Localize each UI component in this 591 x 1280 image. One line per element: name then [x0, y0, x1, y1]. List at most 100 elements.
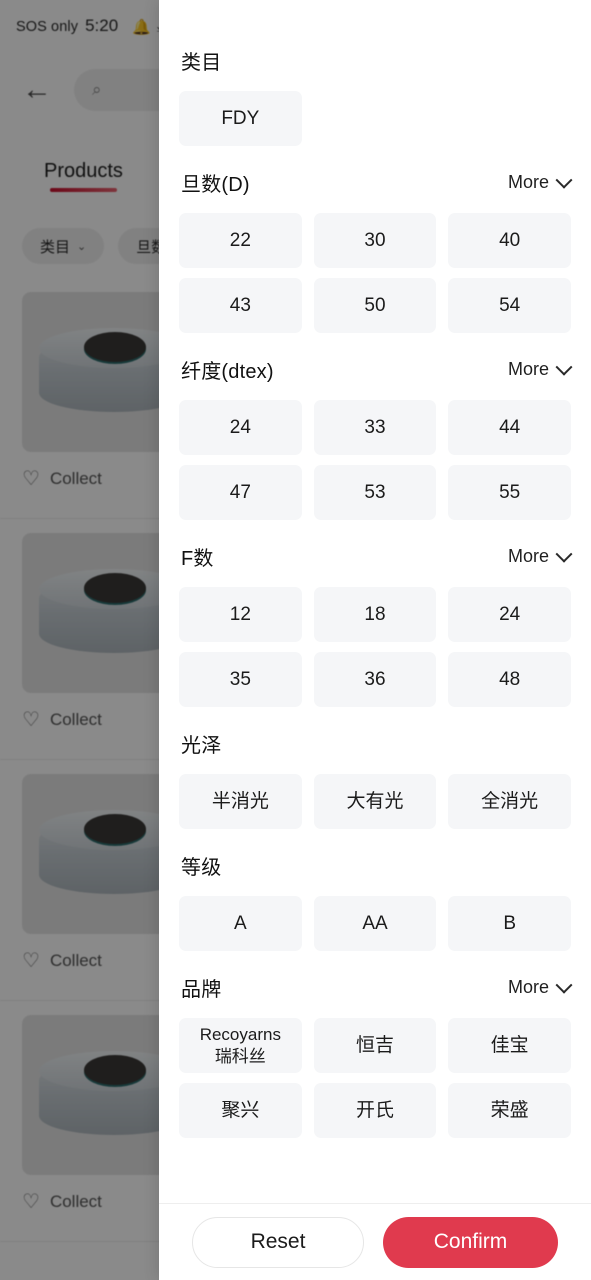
filter-group: 旦数(D) More 22 30 40 43 50 54 [179, 168, 573, 333]
filter-group-header: 纤度(dtex) More [179, 355, 573, 384]
filter-option-label: 50 [364, 294, 386, 316]
filter-option-chip[interactable]: 53 [313, 465, 437, 520]
filter-option-label: B [503, 912, 516, 934]
filter-option-label: 36 [364, 668, 386, 690]
filter-group: 类目 FDY [179, 46, 571, 146]
filter-group-header: 光泽 [179, 729, 571, 758]
filter-option-chip[interactable]: 54 [448, 278, 571, 333]
more-label: More [507, 546, 549, 566]
filter-group-header: 等级 [179, 851, 571, 880]
filter-option-chip[interactable]: B [448, 896, 571, 951]
filter-option-chip[interactable]: AA [313, 896, 437, 951]
filter-option-label: AA [362, 912, 388, 934]
filter-option-chip[interactable]: 24 [448, 587, 571, 642]
more-label: More [507, 359, 549, 379]
filter-group: 光泽半消光 大有光 全消光 [179, 729, 571, 829]
filter-option-chip[interactable]: 44 [448, 400, 571, 455]
filter-option-label: 48 [499, 668, 521, 690]
filter-group: F数 More 12 18 24 35 36 48 [179, 542, 573, 707]
filter-option-grid: FDY [179, 91, 571, 146]
filter-option-label: 54 [499, 294, 521, 316]
filter-group-header: 旦数(D) More [179, 168, 573, 197]
filter-option-label: 大有光 [346, 790, 404, 812]
filter-option-label: Recoyarns [199, 1025, 281, 1045]
chevron-down-icon [555, 976, 573, 994]
chevron-down-icon [555, 545, 573, 563]
filter-option-chip[interactable]: 荣盛 [448, 1083, 571, 1138]
filter-group-title: 光泽 [181, 735, 222, 757]
filter-group-title: 品牌 [181, 979, 222, 1001]
filter-option-label: 12 [229, 603, 251, 625]
filter-group-header: F数 More [179, 542, 573, 571]
filter-group: 品牌 More Recoyarns 瑞科丝 恒吉 佳宝聚兴 开氏 荣盛 [179, 973, 573, 1138]
filter-option-chip[interactable]: 43 [179, 278, 302, 333]
filter-option-label: 荣盛 [490, 1099, 529, 1121]
filter-option-chip[interactable]: 半消光 [179, 774, 302, 829]
reset-button[interactable]: Reset [192, 1216, 364, 1268]
filter-option-chip[interactable]: Recoyarns 瑞科丝 [179, 1018, 302, 1073]
filter-option-label-secondary: 瑞科丝 [214, 1046, 266, 1066]
filter-option-chip[interactable]: A [179, 896, 302, 951]
filter-option-chip[interactable]: 全消光 [448, 774, 571, 829]
filter-option-label: 43 [229, 294, 251, 316]
filter-option-chip[interactable]: 18 [313, 587, 437, 642]
filter-option-chip[interactable]: 大有光 [313, 774, 437, 829]
filter-option-label: FDY [221, 107, 260, 129]
filter-option-chip[interactable]: 47 [179, 465, 302, 520]
filter-option-label: 40 [499, 229, 521, 251]
filter-option-grid: 半消光 大有光 全消光 [179, 774, 571, 829]
filter-option-grid: 22 30 40 43 50 54 [179, 213, 571, 333]
filter-option-grid: 12 18 24 35 36 48 [179, 587, 571, 707]
filter-option-chip[interactable]: 开氏 [313, 1083, 437, 1138]
filter-option-label: 44 [499, 416, 521, 438]
filter-group: 纤度(dtex) More 24 33 44 47 53 55 [179, 355, 573, 520]
filter-option-label: 恒吉 [355, 1034, 394, 1056]
filter-option-label: 半消光 [211, 790, 269, 812]
filter-option-chip[interactable]: 40 [448, 213, 571, 268]
filter-option-chip[interactable]: 24 [179, 400, 302, 455]
filter-option-chip[interactable]: 30 [313, 213, 437, 268]
more-button[interactable]: More [507, 358, 573, 380]
filter-option-chip[interactable]: 恒吉 [313, 1018, 437, 1073]
filter-group-title: 纤度(dtex) [181, 361, 274, 383]
filter-option-chip[interactable]: 12 [179, 587, 302, 642]
more-button[interactable]: More [507, 171, 573, 193]
filter-option-label: 30 [364, 229, 386, 251]
filter-group-title: 类目 [181, 52, 222, 74]
filter-option-chip[interactable]: 聚兴 [179, 1083, 302, 1138]
filter-group-title: 旦数(D) [181, 174, 250, 196]
more-label: More [507, 172, 549, 192]
filter-group: 等级 A AA B [179, 851, 571, 951]
filter-option-label: 开氏 [355, 1099, 394, 1121]
filter-group-header: 类目 [179, 46, 571, 75]
filter-option-chip[interactable]: 50 [313, 278, 437, 333]
filter-option-label: 24 [229, 416, 251, 438]
filter-option-label: 佳宝 [490, 1034, 529, 1056]
filter-group-header: 品牌 More [179, 973, 573, 1002]
filter-option-label-wrap: Recoyarns 瑞科丝 [200, 1024, 281, 1067]
chevron-down-icon [555, 171, 573, 189]
filter-option-chip[interactable]: 33 [313, 400, 437, 455]
filter-option-label: 33 [364, 416, 386, 438]
filter-group-title: F数 [181, 548, 214, 570]
filter-option-label: 聚兴 [221, 1099, 260, 1121]
confirm-button[interactable]: Confirm [383, 1216, 558, 1268]
filter-groups-scroll-area[interactable]: 类目 FDY 旦数(D) More 22 30 40 43 50 54 纤度(dtex) More 24… [159, 0, 591, 1203]
filter-option-chip[interactable]: 22 [179, 213, 302, 268]
filter-option-chip[interactable]: 36 [313, 652, 437, 707]
more-button[interactable]: More [507, 545, 573, 567]
filter-option-chip[interactable]: FDY [179, 91, 302, 146]
filter-option-label: 47 [229, 481, 251, 503]
filter-group-title: 等级 [181, 857, 222, 879]
filter-option-label: 53 [364, 481, 386, 503]
filter-option-grid: 24 33 44 47 53 55 [179, 400, 571, 520]
filter-option-chip[interactable]: 35 [179, 652, 302, 707]
filter-option-chip[interactable]: 55 [448, 465, 571, 520]
filter-drawer: 类目 FDY 旦数(D) More 22 30 40 43 50 54 纤度(dtex) More 24… [159, 0, 591, 1280]
more-button[interactable]: More [508, 976, 573, 998]
filter-option-chip[interactable]: 48 [448, 652, 571, 707]
filter-option-label: 24 [499, 603, 521, 625]
filter-option-chip[interactable]: 佳宝 [448, 1018, 571, 1073]
filter-option-label: 55 [499, 481, 521, 503]
filter-option-label: 22 [229, 229, 251, 251]
